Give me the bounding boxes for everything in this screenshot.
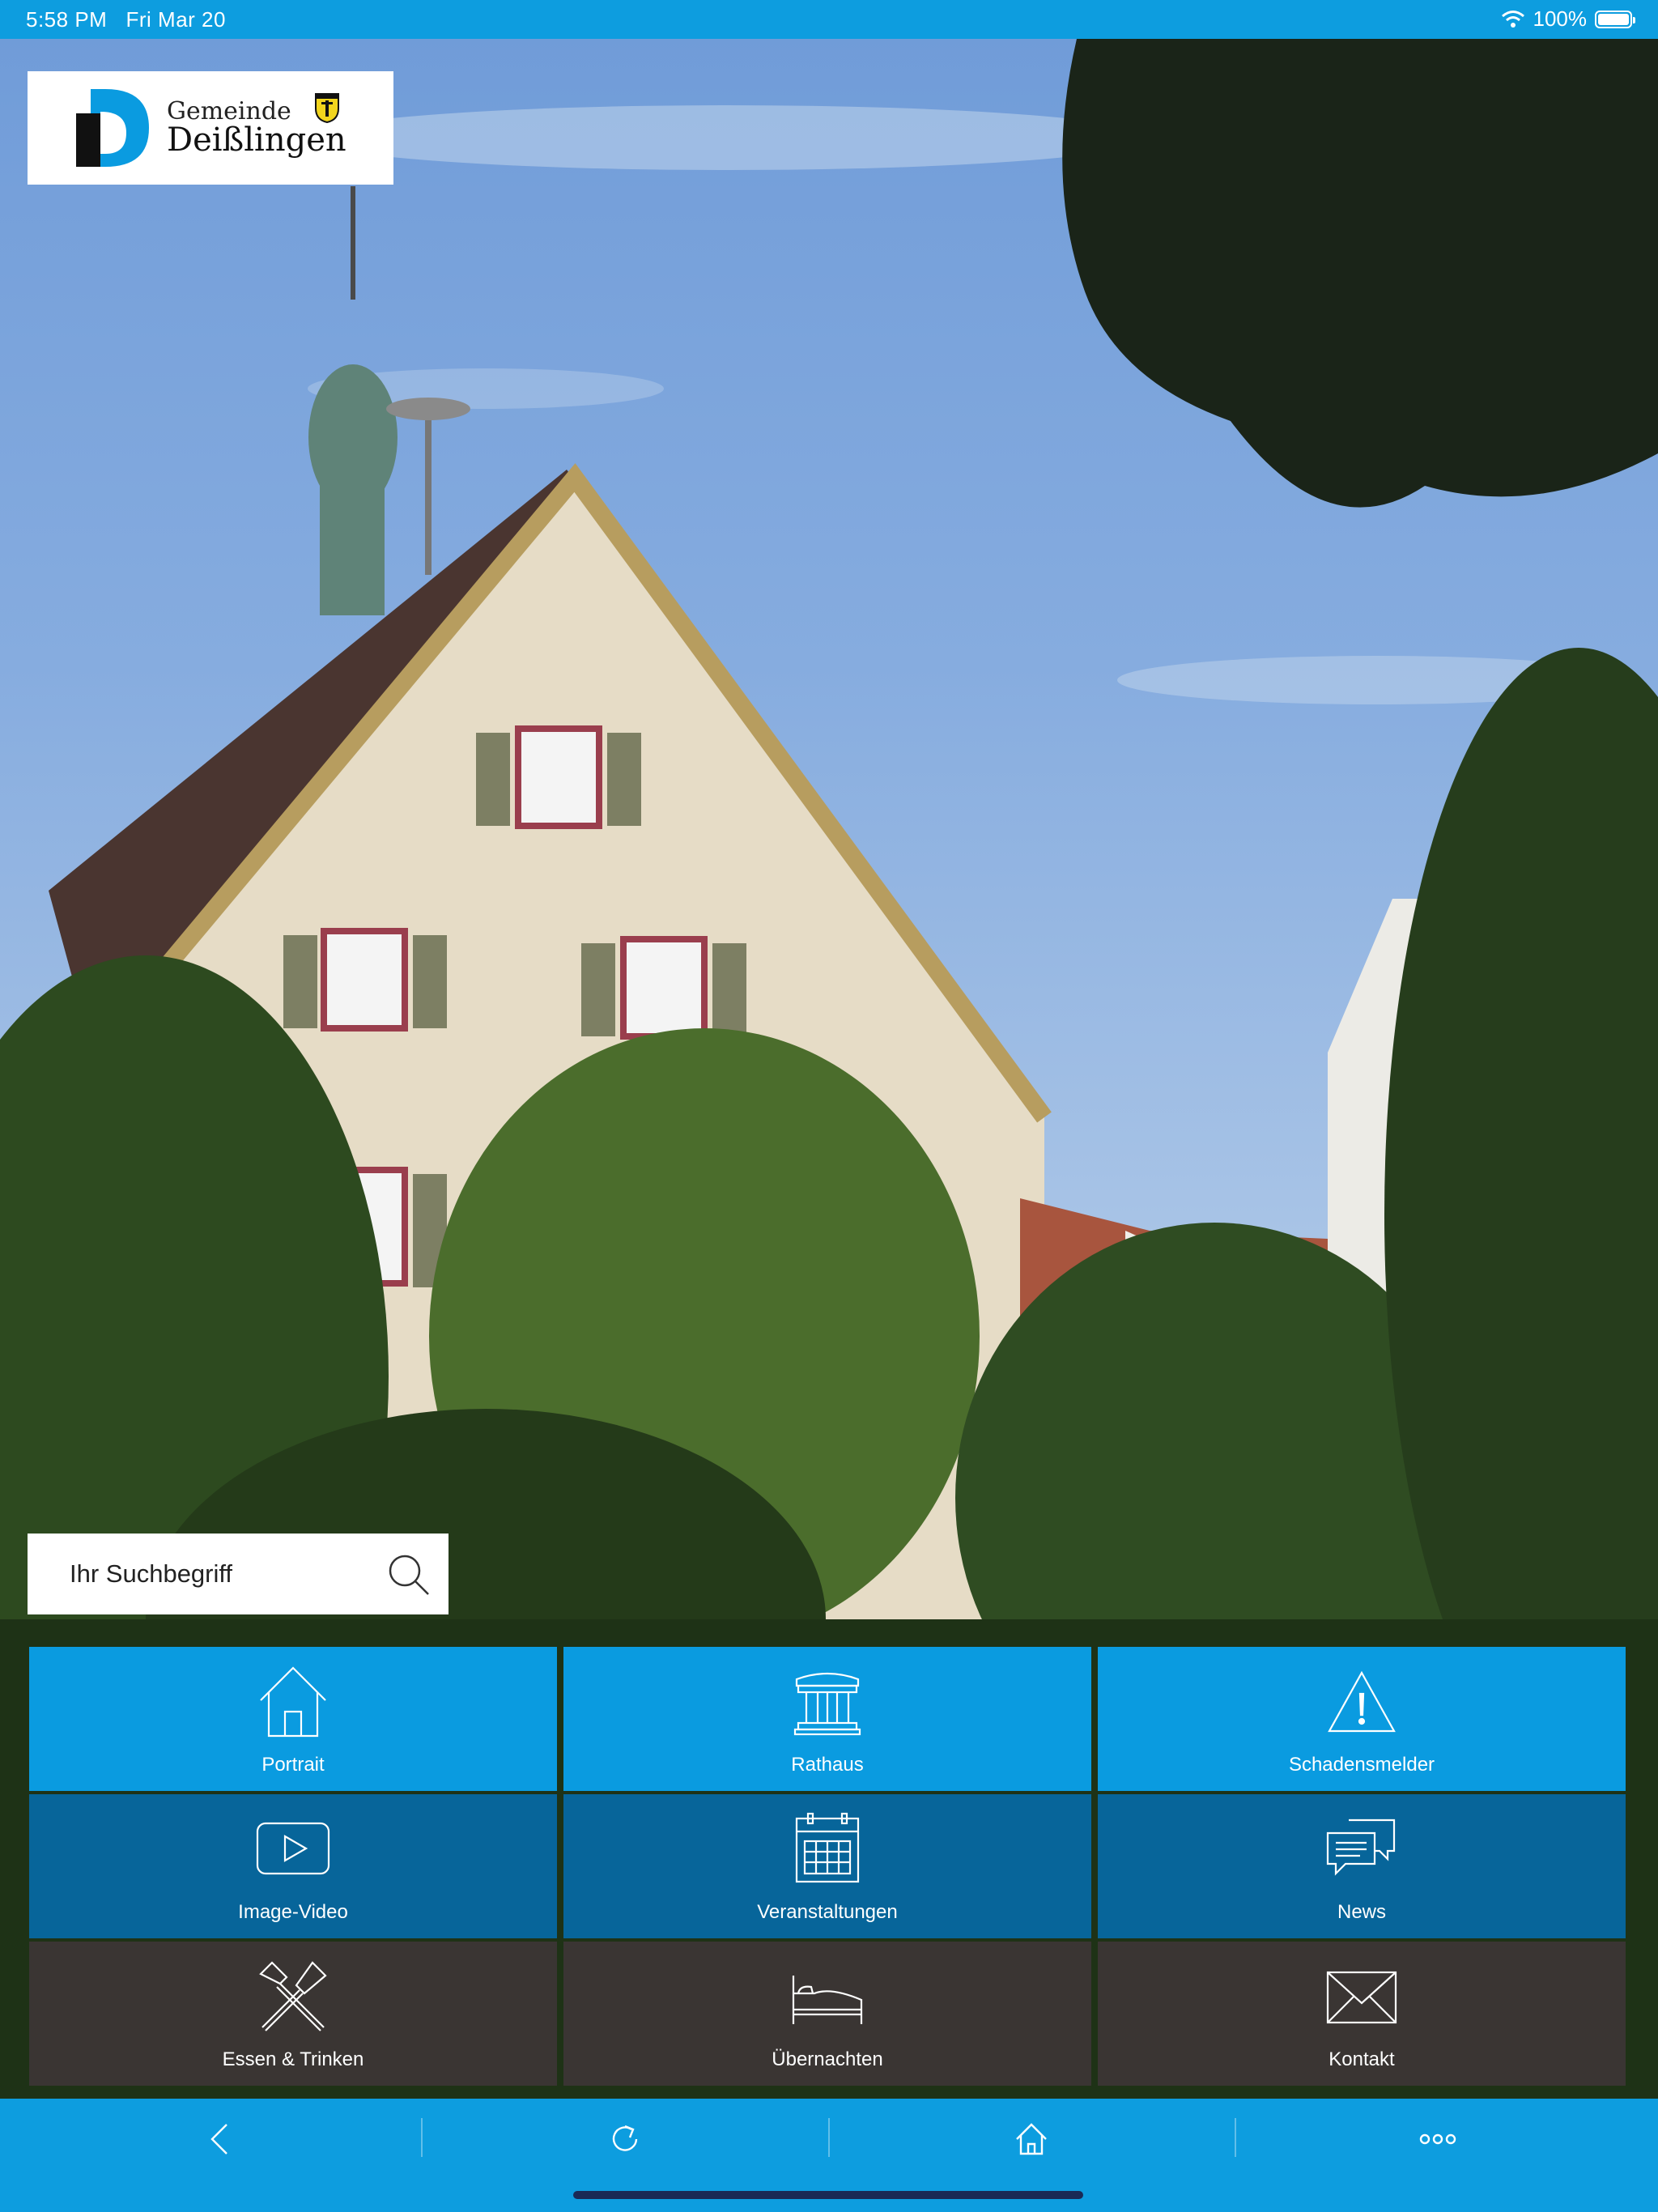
bed-icon [792,1976,863,2024]
tile-label: Veranstaltungen [757,1901,898,1923]
coat-of-arms-icon [315,93,339,123]
tile-label: Übernachten [772,2048,883,2070]
battery-icon [1595,10,1635,28]
municipality-logo[interactable]: Gemeinde Deißlingen [28,71,393,185]
tile-label: Rathaus [791,1754,864,1776]
battery-percent: 100% [1533,6,1588,31]
home-button[interactable] [824,2099,1239,2180]
tile-label: Essen & Trinken [222,2048,364,2070]
tile-news[interactable]: News [1098,1794,1626,1938]
tile-veranstaltungen[interactable]: Veranstaltungen [563,1794,1091,1938]
chat-bubbles-icon [1326,1819,1396,1876]
town-hall-icon [793,1672,861,1736]
back-icon [210,2124,227,2155]
more-button[interactable] [1231,2099,1645,2180]
tile-label: News [1337,1901,1386,1923]
tile-uebernachten[interactable]: Übernachten [563,1942,1091,2086]
reload-icon [612,2125,638,2151]
wifi-icon [1501,10,1524,28]
status-right: 100% [1501,6,1635,32]
home-icon [1016,2123,1047,2155]
house-icon [260,1666,326,1738]
warning-icon [1328,1670,1396,1733]
calendar-icon [795,1812,860,1883]
search-input[interactable] [68,1559,379,1589]
back-button[interactable] [13,2099,427,2180]
fork-knife-icon [259,1961,327,2031]
tile-kontakt[interactable]: Kontakt [1098,1942,1626,2086]
tile-image-video[interactable]: Image-Video [29,1794,557,1938]
logo-d-icon [76,89,149,167]
tile-schadensmelder[interactable]: Schadensmelder [1098,1647,1626,1791]
tile-label: Portrait [261,1754,325,1776]
search-box [28,1534,449,1614]
envelope-icon [1326,1971,1397,2024]
reload-button[interactable] [418,2099,832,2180]
logo-line2: Deißlingen [167,121,346,159]
status-bar: 5:58 PM Fri Mar 20 100% [0,0,1658,39]
tile-portrait[interactable]: Portrait [29,1647,557,1791]
tile-label: Schadensmelder [1288,1754,1435,1776]
tile-label: Kontakt [1329,2048,1395,2070]
tile-essen-trinken[interactable]: Essen & Trinken [29,1942,557,2086]
search-icon[interactable] [387,1553,431,1597]
play-video-icon [256,1822,330,1875]
home-indicator [573,2191,1083,2199]
status-time: 5:58 PM Fri Mar 20 [26,7,226,32]
tile-label: Image-Video [238,1901,348,1923]
tile-rathaus[interactable]: Rathaus [563,1647,1091,1791]
more-icon [1419,2133,1456,2145]
